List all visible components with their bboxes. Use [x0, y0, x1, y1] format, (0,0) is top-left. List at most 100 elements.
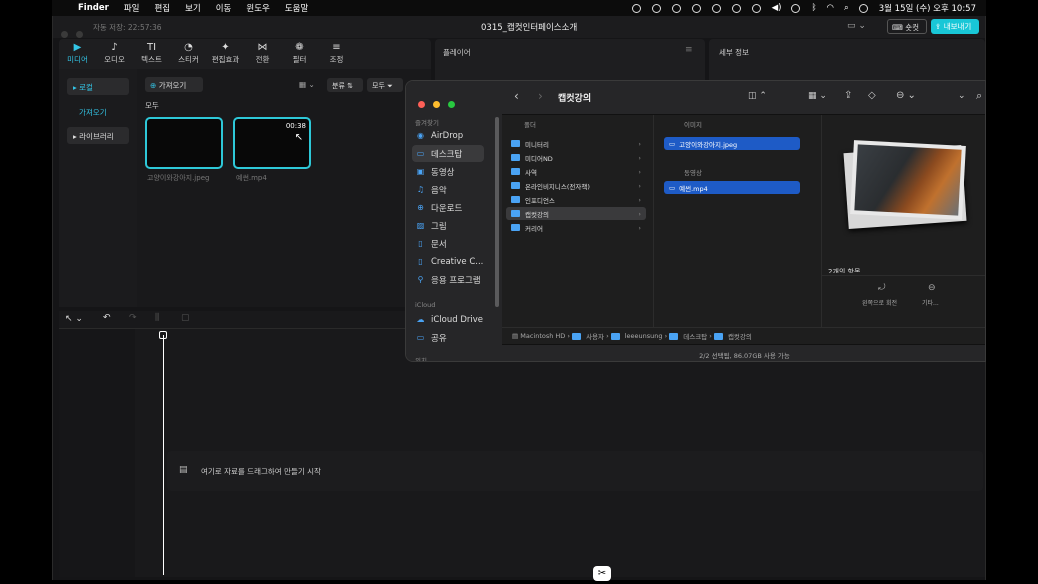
status-icon[interactable]: [711, 3, 721, 13]
wifi-icon[interactable]: ◠: [827, 3, 834, 13]
sidebar-item-downloads[interactable]: ⊕ 다운로드: [412, 199, 484, 216]
filter-all-button[interactable]: 모두 ⏷: [367, 78, 403, 92]
rotate-icon[interactable]: ⤾: [878, 283, 886, 293]
folder-item[interactable]: 인포디언스 ›: [506, 193, 646, 206]
status-icon[interactable]: [651, 3, 661, 13]
zoom-button[interactable]: [448, 101, 456, 108]
folder-item[interactable]: 미디어ND ›: [506, 151, 646, 164]
export-button[interactable]: ⇪ 내보내기: [931, 19, 979, 34]
sidebar-item-documents[interactable]: ▯ 문서: [412, 235, 484, 252]
record-status-icon[interactable]: [631, 3, 641, 13]
tab-audio[interactable]: ♪ 오디오: [96, 39, 133, 69]
chevron-down-icon[interactable]: ⌄: [958, 91, 966, 101]
folder-item-selected[interactable]: 캡컷강의 ›: [506, 207, 646, 220]
playhead[interactable]: [163, 335, 164, 575]
file-item-video[interactable]: ▭ 예썬.mp4: [664, 181, 800, 194]
file-item-image[interactable]: ▭ 고양이와강아지.jpeg: [664, 137, 800, 150]
import-button[interactable]: ⊕ 가져오기: [145, 77, 203, 92]
battery-icon[interactable]: [791, 3, 801, 13]
forward-icon[interactable]: ›: [538, 89, 543, 103]
tab-sticker[interactable]: ◔ 스티커: [170, 39, 207, 69]
capcut-logo-icon[interactable]: ✂: [593, 566, 611, 581]
more-icon[interactable]: ⊖: [928, 283, 936, 293]
layout-icon[interactable]: ▭ ⌄: [847, 21, 866, 31]
play-icon[interactable]: [751, 3, 761, 13]
sort-button[interactable]: 분류 ⇅: [327, 78, 363, 92]
sidebar-item-creative-cloud[interactable]: ▯ Creative C...: [412, 253, 484, 270]
menu-help[interactable]: 도움말: [285, 2, 308, 14]
rotate-left-label[interactable]: 왼쪽으로 회전: [862, 298, 897, 307]
media-side-nav: ▸ 로컬 가져오기 ▸ 라이브러리: [59, 69, 137, 307]
menu-icon[interactable]: ≡: [685, 45, 693, 55]
sidebar-item-airdrop[interactable]: ◉ AirDrop: [412, 127, 484, 144]
tab-filter[interactable]: ❁ 필터: [281, 39, 318, 69]
search-icon[interactable]: ⌕: [976, 89, 982, 103]
drop-zone[interactable]: ▤ 여기로 자료를 드래그하여 만들기 시작: [167, 451, 983, 491]
folder-item[interactable]: 사역 ›: [506, 165, 646, 178]
menu-file[interactable]: 파일: [124, 2, 140, 14]
datetime[interactable]: 3월 15일 (수) 오후 10:57: [879, 2, 976, 14]
sidebar-item-shared[interactable]: ▭ 공유: [412, 329, 484, 346]
media-thumbnail-video[interactable]: 00:38 ↖: [233, 117, 311, 169]
close-button[interactable]: [418, 101, 425, 108]
folder-item[interactable]: 커리어 ›: [506, 221, 646, 234]
sidebar-item-movies[interactable]: ▣ 동영상: [412, 163, 484, 180]
group-icon[interactable]: ▦ ⌄: [808, 91, 827, 101]
spotlight-search-icon[interactable]: ⌕: [844, 3, 849, 13]
back-icon[interactable]: ‹: [514, 89, 519, 103]
menu-window[interactable]: 윈도우: [246, 2, 269, 14]
folder-item[interactable]: 미니터리 ›: [506, 137, 646, 150]
tag-icon[interactable]: ◇: [868, 90, 876, 101]
control-center-icon[interactable]: [858, 3, 868, 13]
clock-icon[interactable]: [731, 3, 741, 13]
shortcut-button[interactable]: ⌨ 숏컷: [887, 19, 927, 34]
sidebar-item-label: 그림: [431, 221, 447, 232]
sidebar-item-pictures[interactable]: ▨ 그림: [412, 217, 484, 234]
select-tool-icon[interactable]: ↖ ⌄: [65, 314, 83, 324]
sidebar-item-icloud-drive[interactable]: ☁ iCloud Drive: [412, 311, 484, 328]
menu-view[interactable]: 보기: [185, 2, 201, 14]
sidebar-item-applications[interactable]: ⚲ 응용 프로그램: [412, 271, 484, 288]
folder-icon: [669, 332, 679, 340]
path-item[interactable]: 캡컷강의: [728, 331, 752, 341]
menu-edit[interactable]: 편집: [154, 2, 170, 14]
menu-app-name[interactable]: Finder: [78, 3, 109, 13]
delete-icon[interactable]: ▢: [181, 313, 190, 323]
menu-go[interactable]: 이동: [216, 2, 232, 14]
minimize-button[interactable]: [433, 101, 441, 108]
nav-import[interactable]: 가져오기: [67, 103, 129, 120]
sidebar-item-desktop[interactable]: ▭ 데스크탑: [412, 145, 484, 162]
grid-view-icon[interactable]: ▦ ⌄: [299, 80, 315, 89]
split-icon[interactable]: ⫼: [155, 313, 159, 323]
more-label[interactable]: 기타...: [922, 298, 939, 307]
shortcut-label: 숏컷: [905, 23, 920, 32]
path-item[interactable]: Macintosh HD: [520, 332, 565, 340]
status-icon[interactable]: [671, 3, 681, 13]
nav-local[interactable]: ▸ 로컬: [67, 78, 129, 95]
media-thumbnail-image[interactable]: [145, 117, 223, 169]
close-window-button[interactable]: [61, 31, 68, 38]
more-actions-icon[interactable]: ⊖ ⌄: [896, 90, 916, 101]
redo-icon[interactable]: ↷: [129, 313, 137, 323]
undo-icon[interactable]: ↶: [103, 313, 111, 323]
sidebar-item-label: 문서: [431, 239, 447, 250]
column-view-icon[interactable]: ◫ ⌃: [748, 91, 767, 101]
path-item[interactable]: 데스크탑: [683, 331, 707, 341]
tab-effects[interactable]: ✦ 편집효과: [207, 39, 244, 69]
status-icon[interactable]: [691, 3, 701, 13]
minimize-window-button[interactable]: [76, 31, 84, 38]
tab-transition[interactable]: ⋈ 전환: [244, 39, 281, 69]
tab-media[interactable]: ▶ 미디어: [59, 39, 96, 69]
nav-library[interactable]: ▸ 라이브러리: [67, 127, 129, 144]
folder-item[interactable]: 온라인비지니스(전자책) ›: [506, 179, 646, 192]
path-item[interactable]: leeeunsung: [625, 332, 663, 340]
bluetooth-icon[interactable]: ᛒ: [811, 3, 816, 13]
playhead-handle[interactable]: [159, 331, 167, 339]
sidebar-scrollbar[interactable]: [495, 117, 499, 307]
sidebar-item-music[interactable]: ♫ 음악: [412, 181, 484, 198]
share-icon[interactable]: ⇪: [844, 90, 852, 101]
path-item[interactable]: 사용자: [586, 331, 604, 341]
tab-adjust[interactable]: ≡ 조정: [318, 39, 355, 69]
tab-text[interactable]: TI 텍스트: [133, 39, 170, 69]
volume-icon[interactable]: ◀): [772, 3, 782, 13]
